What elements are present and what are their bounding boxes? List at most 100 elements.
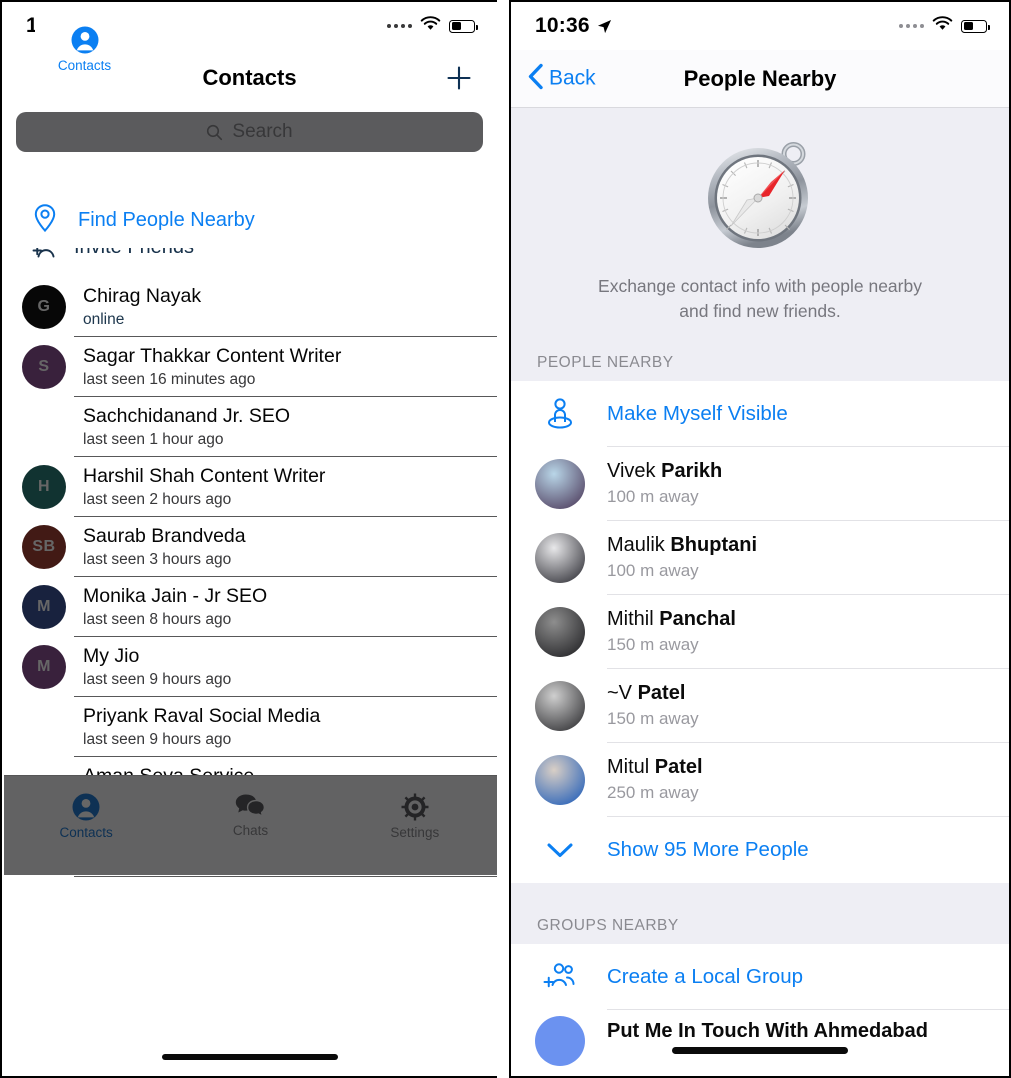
contact-status: last seen 8 hours ago [83,611,232,628]
groups-nearby-list: Create a Local Group Put Me In Touch Wit… [511,943,1009,1066]
search-placeholder: Search [232,121,293,142]
contact-text: Chirag Nayak online [83,285,201,329]
tab-chats[interactable]: Chats [168,786,332,838]
contact-row[interactable]: M My Jio last seen 9 hours ago [2,637,497,697]
contact-row[interactable]: S Sagar Thakkar Content Writer last seen 1… [2,337,497,397]
contact-row[interactable]: G Chirag Nayak online [2,277,497,337]
wifi-icon [420,16,441,36]
person-last-name: Parikh [661,460,723,483]
tab-contacts[interactable]: Contacts [4,786,168,840]
two-phone-screenshot: 10:35 Contacts [0,0,1011,1078]
person-name: Mitul Patel [607,756,703,779]
contact-row[interactable]: Sachchidanand Jr. SEO last seen 1 hour ag… [2,397,497,457]
contact-text: Harshil Shah Content Writer last seen 2 h… [83,465,325,509]
avatar: H [22,465,66,509]
tab-chats-label: Chats [232,823,269,838]
tab-contacts-label: Contacts [59,825,113,840]
avatar: SB [22,525,66,569]
add-contact-button[interactable] [443,62,475,94]
create-local-group-row[interactable]: Create a Local Group [511,943,1009,1010]
contact-text: Saurab Brandveda last seen 3 hours ago [83,525,246,569]
person-text: ~V Patel 150 m away [607,682,699,729]
create-local-group-label: Create a Local Group [607,964,804,988]
battery-icon [449,19,478,33]
person-last-name: Patel [654,756,703,779]
row-separator [74,876,497,877]
contact-status: last seen 16 minutes ago [83,371,256,388]
search-input[interactable]: Search [16,112,483,152]
contact-status: last seen 1 hour ago [83,431,224,448]
contact-row[interactable]: H Harshil Shah Content Writer last seen 2 … [2,457,497,517]
avatar: S [22,345,66,389]
person-nearby-row[interactable]: Mitul Patel 250 m away [511,742,1009,817]
status-bar-right [387,16,478,36]
find-people-nearby-label: Find People Nearby [78,209,255,231]
avatar: M [22,645,66,689]
person-last-name: Patel [637,682,686,705]
status-time: 10:36 [535,14,590,37]
left-dim-layer: 10:35 Contacts [2,2,497,877]
page-title: Contacts [202,65,297,90]
chevron-down-icon [535,840,585,860]
avatar [535,680,585,731]
contact-name: Sachchidanand Jr. SEO [83,405,291,427]
group-text: Put Me In Touch With Ahmedabad [607,1020,928,1043]
person-text: Maulik Bhuptani 100 m away [607,534,757,581]
groups-nearby-section-header: GROUPS NEARBY [511,882,1009,944]
contact-name: My Jio [83,645,140,667]
contact-name: Sagar Thakkar Content Writer [83,345,342,367]
person-name: Vivek Parikh [607,460,722,483]
avatar [535,458,585,509]
tab-contacts-active-highlight[interactable]: Contacts [35,14,134,84]
contact-text: Priyank Raval Social Media last seen 9 ho… [83,705,320,749]
back-button[interactable]: Back [527,62,596,95]
add-group-icon [535,961,585,993]
people-nearby-section-header: PEOPLE NEARBY [511,341,1009,381]
tab-settings-label: Settings [390,825,440,840]
people-nearby-list: Make Myself Visible Vivek Parikh 100 m aw… [511,380,1009,883]
make-myself-visible-row[interactable]: Make Myself Visible [511,380,1009,447]
contact-row[interactable]: Priyank Raval Social Media last seen 9 ho… [2,697,497,757]
people-nearby-navbar: Back People Nearby [511,50,1009,108]
person-name: Maulik Bhuptani [607,534,757,557]
person-nearby-row[interactable]: ~V Patel 150 m away [511,668,1009,743]
tab-settings[interactable]: Settings [333,786,497,840]
compass-icon [701,136,819,254]
chat-bubbles-icon [236,794,266,818]
contact-text: Sagar Thakkar Content Writer last seen 16… [83,345,341,389]
hero-description: Exchange contact info with people nearby… [598,274,922,324]
person-last-name: Panchal [659,608,736,631]
person-pin-icon [535,396,585,432]
person-circle-icon [71,26,98,54]
person-first-name: Vivek [607,460,662,483]
person-first-name: Maulik [607,534,671,557]
page-title: People Nearby [683,65,837,91]
person-nearby-row[interactable]: Mithil Panchal 150 m away [511,594,1009,669]
contact-status: last seen 2 hours ago [83,491,232,508]
status-bar-right-cluster [899,16,990,36]
person-distance: 100 m away [607,487,699,507]
person-distance: 150 m away [607,709,699,729]
person-name: ~V Patel [607,682,699,705]
person-first-name: Mitul [607,756,655,779]
battery-icon [961,19,990,33]
tab-bar: Contacts Chats Settings [4,775,497,875]
person-name: Mithil Panchal [607,608,736,631]
show-more-people-row[interactable]: Show 95 More People [511,816,1009,883]
person-distance: 100 m away [607,561,699,581]
contact-status: last seen 9 hours ago [83,671,232,688]
contact-text: Sachchidanand Jr. SEO last seen 1 hour ag… [83,405,290,449]
person-text: Mithil Panchal 150 m away [607,608,736,655]
signal-dots-icon [899,24,924,28]
contact-row[interactable]: SB Saurab Brandveda last seen 3 hours ago [2,517,497,577]
contact-status: last seen 3 hours ago [83,551,232,568]
find-people-nearby-row[interactable]: Find People Nearby [4,193,497,248]
map-pin-icon [32,203,58,238]
person-nearby-row[interactable]: Maulik Bhuptani 100 m away [511,520,1009,595]
contact-row[interactable]: M Monika Jain - Jr SEO last seen 8 hours a… [2,577,497,637]
person-nearby-row[interactable]: Vivek Parikh 100 m away [511,446,1009,521]
home-indicator [672,1047,848,1054]
avatar [535,1015,585,1066]
person-first-name: Mithil [607,608,660,631]
search-icon [206,124,223,141]
